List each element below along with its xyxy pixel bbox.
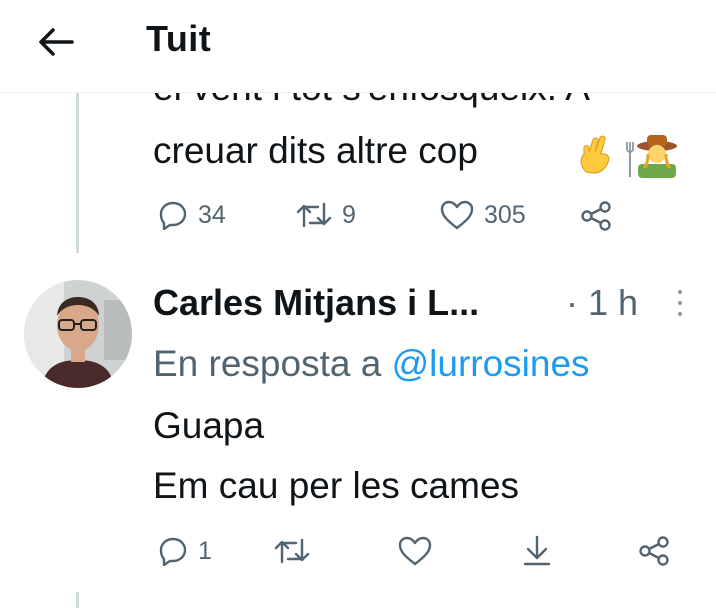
heart-icon (398, 536, 432, 566)
more-dot (678, 290, 682, 294)
reply-count: 1 (198, 536, 212, 565)
mention-link[interactable]: @lurrosines (392, 343, 590, 384)
reply-action[interactable]: 1 (158, 536, 212, 566)
crossed-fingers-emoji (574, 132, 618, 176)
retweet-action[interactable] (274, 536, 310, 566)
page-title: Tuit (146, 18, 212, 59)
more-dot (678, 301, 682, 305)
avatar-photo (24, 280, 132, 388)
top-bar: Tuit (0, 0, 716, 93)
previous-share-action[interactable] (580, 201, 612, 231)
download-action[interactable] (522, 535, 552, 567)
arrow-left-icon (39, 28, 74, 56)
author-name[interactable]: Carles Mitjans i L... (153, 282, 479, 324)
share-action[interactable] (638, 536, 670, 566)
previous-retweet-action[interactable]: 9 (296, 200, 356, 230)
thread-line-bottom (76, 592, 79, 608)
previous-tweet-text-line2: creuar dits altre cop (153, 130, 478, 171)
reply-count: 34 (198, 200, 226, 229)
reply-icon (159, 537, 187, 566)
previous-like-action[interactable]: 305 (440, 200, 526, 230)
tweet-body-line2: Em cau per les cames (153, 465, 520, 506)
download-icon (523, 535, 551, 566)
farmer-woman-emoji (626, 132, 678, 178)
like-count: 305 (484, 200, 526, 229)
retweet-icon (274, 538, 310, 564)
more-options-button[interactable] (670, 286, 690, 320)
previous-tweet-text-line1: el vent i tot s'enfosqueix. A (153, 93, 590, 109)
share-icon (639, 536, 669, 566)
back-button[interactable] (34, 22, 78, 62)
more-dot (678, 312, 682, 316)
share-icon (581, 201, 611, 231)
tweet-time[interactable]: · 1 h (566, 282, 638, 324)
previous-reply-action[interactable]: 34 (158, 200, 226, 230)
reply-prefix: En resposta a (153, 343, 382, 384)
previous-tweet-clipped-line: el vent i tot s'enfosqueix. A (0, 93, 716, 125)
heart-icon (440, 200, 474, 230)
avatar[interactable] (24, 280, 132, 388)
reply-icon (159, 201, 187, 230)
retweet-count: 9 (342, 200, 356, 229)
tweet-body-line1: Guapa (153, 405, 265, 446)
retweet-icon (296, 202, 332, 228)
reply-context: En resposta a @lurrosines (153, 343, 590, 385)
like-action[interactable] (398, 536, 432, 566)
